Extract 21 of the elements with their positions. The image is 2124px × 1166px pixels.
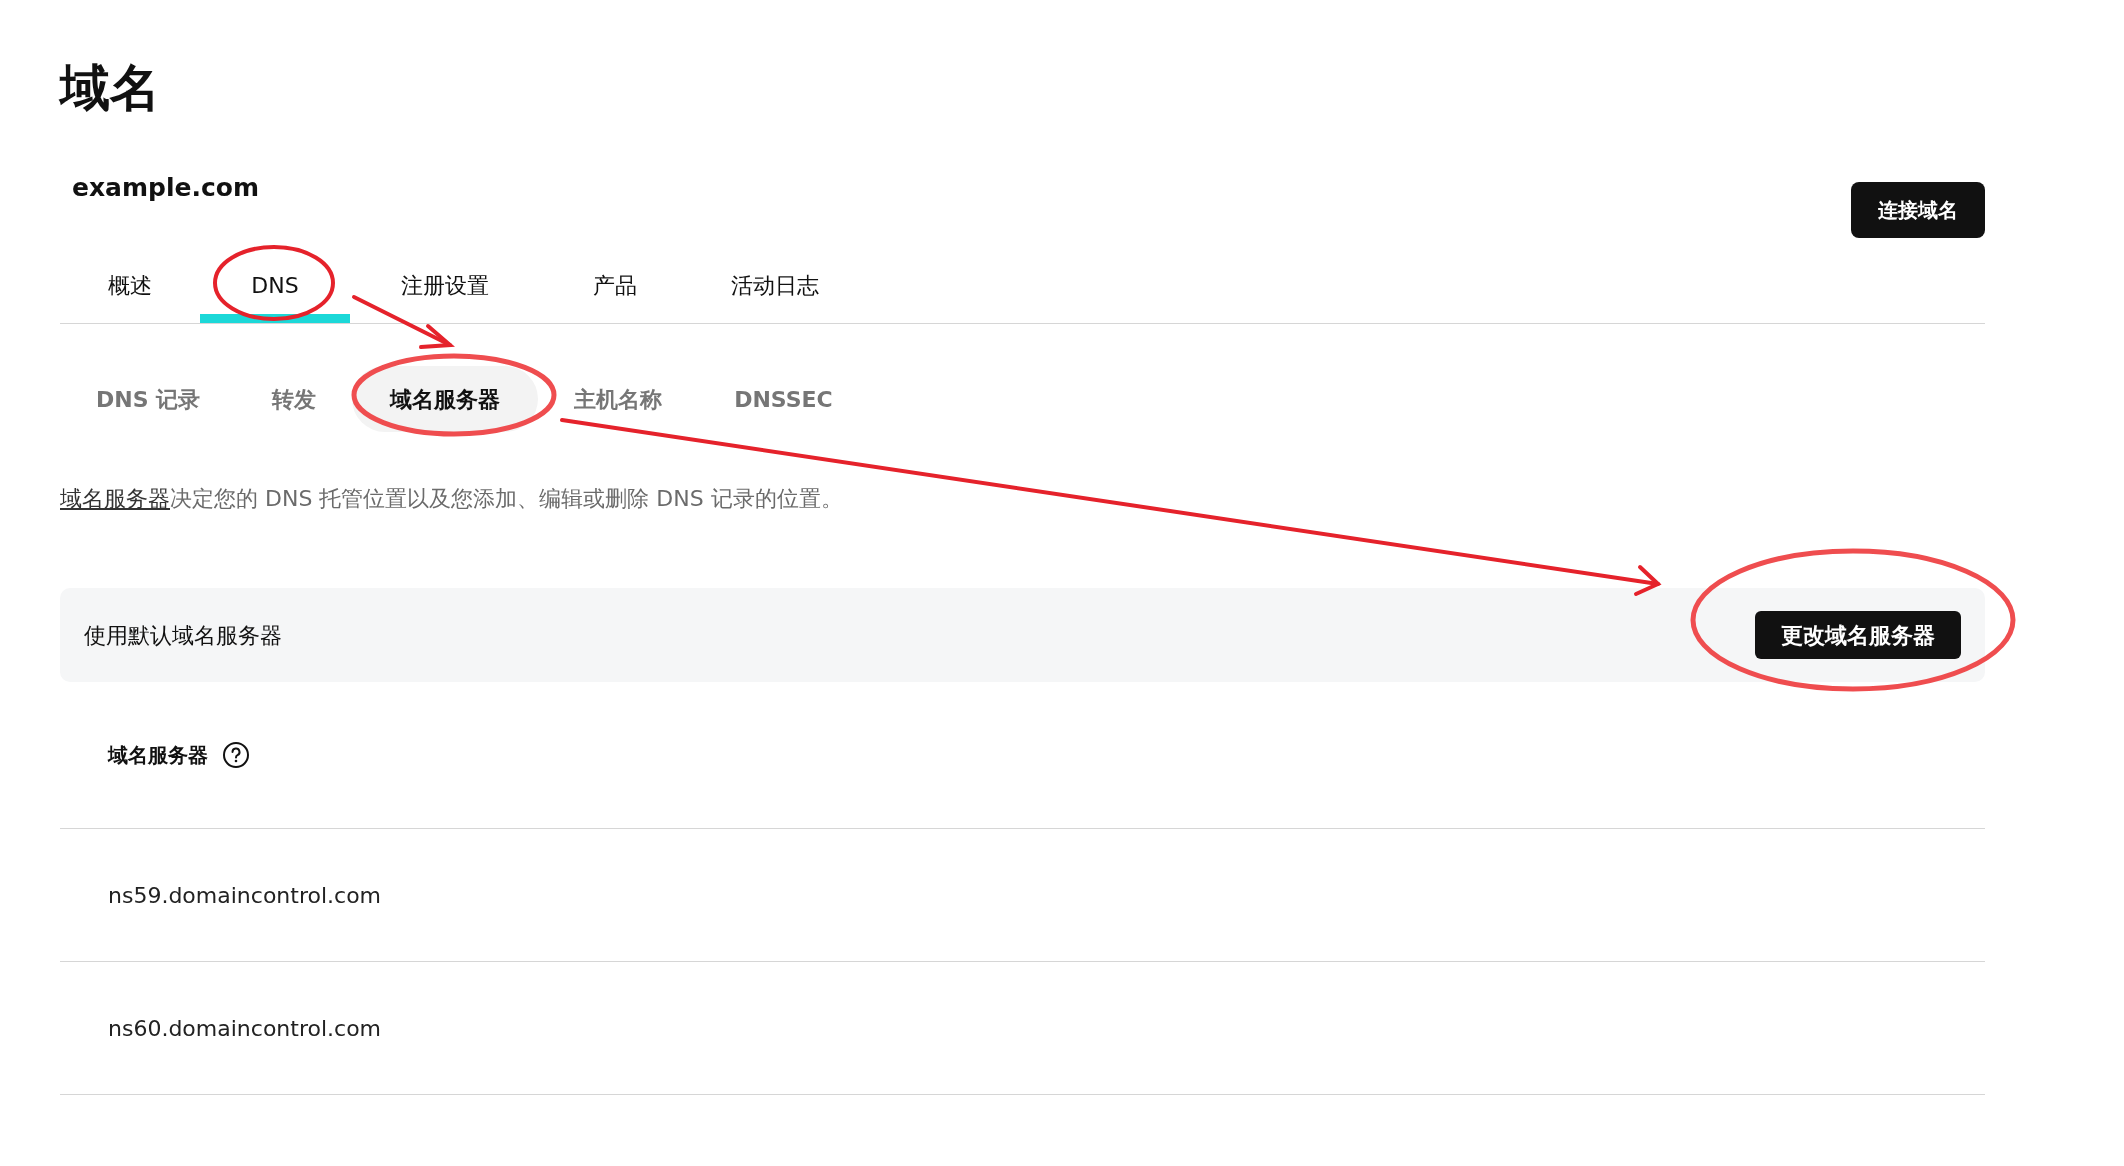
sub-tab[interactable]: 域名服务器 [352, 366, 539, 432]
help-icon[interactable] [222, 741, 250, 769]
change-nameservers-button[interactable]: 更改域名服务器 [1755, 611, 1961, 659]
sub-tab[interactable]: DNS 记录 [60, 366, 237, 432]
tab[interactable]: 产品 [540, 261, 690, 323]
tab[interactable]: 注册设置 [350, 261, 540, 323]
sub-tab[interactable]: 主机名称 [538, 366, 699, 432]
description-text: 域名服务器决定您的 DNS 托管位置以及您添加、编辑或删除 DNS 记录的位置。 [60, 485, 843, 513]
nameservers-heading: 域名服务器 [108, 742, 208, 769]
nameserver-setting-label: 使用默认域名服务器 [84, 621, 282, 650]
tab[interactable]: 活动日志 [690, 261, 860, 323]
sub-tab[interactable]: 转发 [236, 366, 353, 432]
connect-domain-button[interactable]: 连接域名 [1851, 182, 1985, 238]
nameserver-value: ns60.domaincontrol.com [108, 1014, 382, 1043]
tab[interactable]: DNS [200, 261, 350, 323]
domain-name: example.com [72, 172, 259, 204]
tab[interactable]: 概述 [60, 261, 200, 323]
nameserver-value: ns59.domaincontrol.com [108, 881, 382, 910]
nameservers-link[interactable]: 域名服务器 [60, 486, 170, 511]
sub-tab[interactable]: DNSSEC [698, 366, 869, 432]
page-title: 域名 [60, 58, 160, 118]
